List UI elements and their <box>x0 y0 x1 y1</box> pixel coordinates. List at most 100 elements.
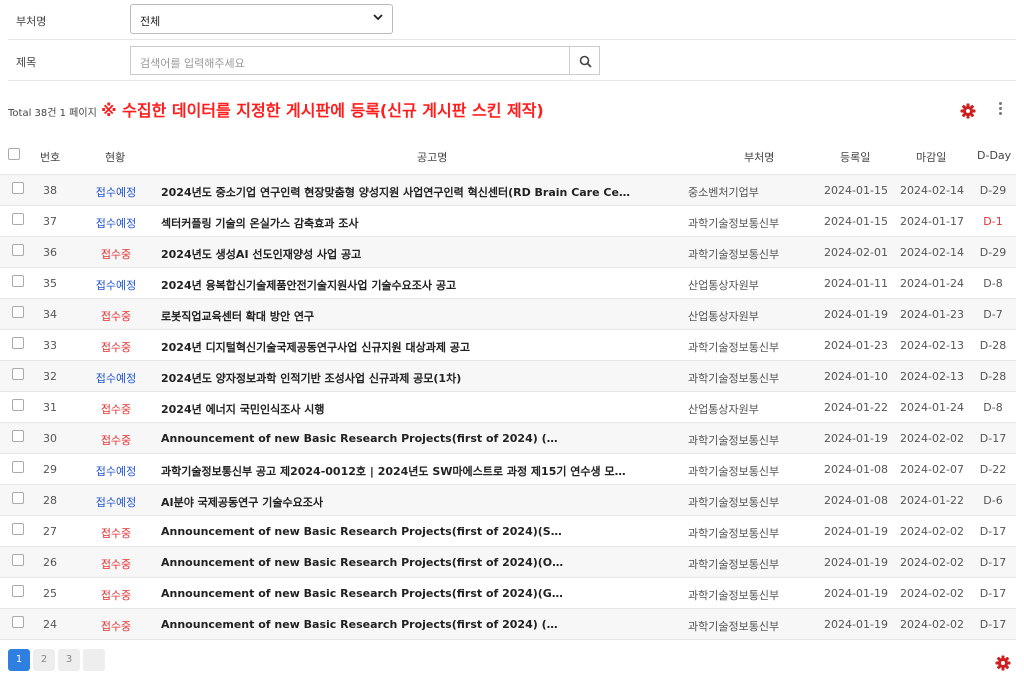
status-badge: 접수예정 <box>95 217 137 230</box>
row-deadline: 2024-02-02 <box>900 556 964 569</box>
status-badge: 접수중 <box>100 310 132 323</box>
status-badge: 접수중 <box>100 589 132 602</box>
row-no: 30 <box>43 432 57 445</box>
table-row[interactable]: 28 접수예정 AI분야 국제공동연구 기술수요조사 과학기술정보통신부 2024-01… <box>0 485 1016 516</box>
row-reg-date: 2024-01-15 <box>824 184 888 197</box>
row-title-link[interactable]: 2024년도 중소기업 연구인력 현장맞춤형 양성지원 사업연구인력 혁신센터(… <box>161 184 631 200</box>
row-dday: D-17 <box>979 556 1007 569</box>
status-badge: 접수중 <box>100 620 132 633</box>
table-row[interactable]: 27 접수중 Announcement of new Basic Research … <box>0 516 1016 547</box>
row-deadline: 2024-02-02 <box>900 432 964 445</box>
row-checkbox[interactable] <box>12 306 24 318</box>
table-row[interactable]: 26 접수중 Announcement of new Basic Research … <box>0 547 1016 578</box>
select-all-checkbox[interactable] <box>8 148 20 160</box>
row-no: 34 <box>43 308 57 321</box>
row-title-link[interactable]: 2024년도 생성AI 선도인재양성 사업 공고 <box>161 246 631 262</box>
table-row[interactable]: 31 접수중 2024년 에너지 국민인식조사 시행 산업통상자원부 2024-01-2… <box>0 392 1016 423</box>
row-dday: D-6 <box>983 494 1003 507</box>
table-body: 38 접수예정 2024년도 중소기업 연구인력 현장맞춤형 양성지원 사업연구인력… <box>0 175 1016 640</box>
status-badge: 접수중 <box>100 527 132 540</box>
table-row[interactable]: 32 접수예정 2024년도 양자정보과학 인적기반 조성사업 신규과제 공모(1차… <box>0 361 1016 392</box>
dept-select[interactable]: 전체 <box>130 4 393 34</box>
row-reg-date: 2024-01-08 <box>824 463 888 476</box>
row-title-link[interactable]: 2024년도 양자정보과학 인적기반 조성사업 신규과제 공모(1차) <box>161 370 631 386</box>
row-title-link[interactable]: Announcement of new Basic Research Proje… <box>161 587 631 600</box>
search-icon <box>579 55 592 68</box>
row-deadline: 2024-01-24 <box>900 401 964 414</box>
row-dept: 과학기술정보통신부 <box>688 589 780 602</box>
table-row[interactable]: 35 접수예정 2024년 융복합신기술제품안전기술지원사업 기술수요조사 공고 산업… <box>0 268 1016 299</box>
row-checkbox[interactable] <box>12 275 24 287</box>
row-checkbox[interactable] <box>12 430 24 442</box>
row-checkbox[interactable] <box>12 213 24 225</box>
filter-row-dept: 부처명 전체 <box>8 0 1016 40</box>
status-badge: 접수중 <box>100 248 132 261</box>
page-button-1[interactable]: 1 <box>8 649 30 671</box>
row-dept: 과학기술정보통신부 <box>688 527 780 540</box>
table-row[interactable]: 38 접수예정 2024년도 중소기업 연구인력 현장맞춤형 양성지원 사업연구인력… <box>0 175 1016 206</box>
table-row[interactable]: 29 접수예정 과학기술정보통신부 공고 제2024-0012호 | 2024년도 … <box>0 454 1016 485</box>
page-button-next[interactable] <box>83 649 105 671</box>
row-checkbox[interactable] <box>12 368 24 380</box>
row-checkbox[interactable] <box>12 523 24 535</box>
chevron-down-icon <box>373 14 383 21</box>
gear-icon[interactable] <box>995 655 1011 671</box>
row-checkbox[interactable] <box>12 492 24 504</box>
kebab-icon[interactable] <box>997 102 1003 118</box>
row-reg-date: 2024-02-01 <box>824 246 888 259</box>
row-dday: D-28 <box>979 339 1007 352</box>
row-title-link[interactable]: 2024년 디지털혁신기술국제공동연구사업 신규지원 대상과제 공고 <box>161 339 631 355</box>
row-deadline: 2024-01-22 <box>900 494 964 507</box>
row-title-link[interactable]: 2024년 에너지 국민인식조사 시행 <box>161 401 631 417</box>
row-title-link[interactable]: Announcement of new Basic Research Proje… <box>161 432 631 445</box>
row-checkbox[interactable] <box>12 616 24 628</box>
row-title-link[interactable]: 로봇직업교육센터 확대 방안 연구 <box>161 308 631 324</box>
page-button-3[interactable]: 3 <box>58 649 80 671</box>
page-button-2[interactable]: 2 <box>33 649 55 671</box>
search-input[interactable]: 검색어를 입력해주세요 <box>130 46 570 75</box>
row-reg-date: 2024-01-19 <box>824 432 888 445</box>
table-row[interactable]: 33 접수중 2024년 디지털혁신기술국제공동연구사업 신규지원 대상과제 공고 과… <box>0 330 1016 361</box>
row-title-link[interactable]: Announcement of new Basic Research Proje… <box>161 525 631 538</box>
row-reg-date: 2024-01-19 <box>824 525 888 538</box>
row-deadline: 2024-02-14 <box>900 246 964 259</box>
notice-text: ※ 수집한 데이터를 지정한 게시판에 등록(신규 게시판 스킨 제작) <box>101 101 544 120</box>
row-checkbox[interactable] <box>12 182 24 194</box>
gear-icon[interactable] <box>960 103 976 119</box>
dept-filter-label: 부처명 <box>16 15 47 28</box>
table-row[interactable]: 37 접수예정 섹터커플링 기술의 온실가스 감축효과 조사 과학기술정보통신부 202… <box>0 206 1016 237</box>
row-dday: D-22 <box>979 463 1007 476</box>
row-title-link[interactable]: 과학기술정보통신부 공고 제2024-0012호 | 2024년도 SW마에스트… <box>161 463 631 479</box>
row-title-link[interactable]: 섹터커플링 기술의 온실가스 감축효과 조사 <box>161 215 631 231</box>
table-row[interactable]: 25 접수중 Announcement of new Basic Research … <box>0 578 1016 609</box>
table-row[interactable]: 36 접수중 2024년도 생성AI 선도인재양성 사업 공고 과학기술정보통신부 20… <box>0 237 1016 268</box>
table-row[interactable]: 24 접수중 Announcement of new Basic Research … <box>0 609 1016 640</box>
row-checkbox[interactable] <box>12 461 24 473</box>
row-checkbox[interactable] <box>12 554 24 566</box>
row-dday: D-1 <box>983 215 1003 228</box>
status-badge: 접수예정 <box>95 279 137 292</box>
row-reg-date: 2024-01-15 <box>824 215 888 228</box>
row-title-link[interactable]: AI분야 국제공동연구 기술수요조사 <box>161 494 631 510</box>
col-reg: 등록일 <box>840 151 871 164</box>
row-checkbox[interactable] <box>12 337 24 349</box>
status-badge: 접수중 <box>100 403 132 416</box>
status-badge: 접수예정 <box>95 372 137 385</box>
row-deadline: 2024-01-24 <box>900 277 964 290</box>
row-title-link[interactable]: Announcement of new Basic Research Proje… <box>161 618 631 631</box>
row-title-link[interactable]: 2024년 융복합신기술제품안전기술지원사업 기술수요조사 공고 <box>161 277 631 293</box>
table-row[interactable]: 30 접수중 Announcement of new Basic Research … <box>0 423 1016 454</box>
row-no: 36 <box>43 246 57 259</box>
row-dday: D-17 <box>979 432 1007 445</box>
row-title-link[interactable]: Announcement of new Basic Research Proje… <box>161 556 631 569</box>
status-badge: 접수중 <box>100 558 132 571</box>
search-button[interactable] <box>569 46 600 75</box>
row-checkbox[interactable] <box>12 244 24 256</box>
row-dept: 산업통상자원부 <box>688 279 759 292</box>
search-placeholder: 검색어를 입력해주세요 <box>140 57 245 70</box>
table-row[interactable]: 34 접수중 로봇직업교육센터 확대 방안 연구 산업통상자원부 2024-01-19 2… <box>0 299 1016 330</box>
row-checkbox[interactable] <box>12 399 24 411</box>
filter-row-title: 제목 검색어를 입력해주세요 <box>8 41 1016 81</box>
status-badge: 접수예정 <box>95 465 137 478</box>
row-checkbox[interactable] <box>12 585 24 597</box>
